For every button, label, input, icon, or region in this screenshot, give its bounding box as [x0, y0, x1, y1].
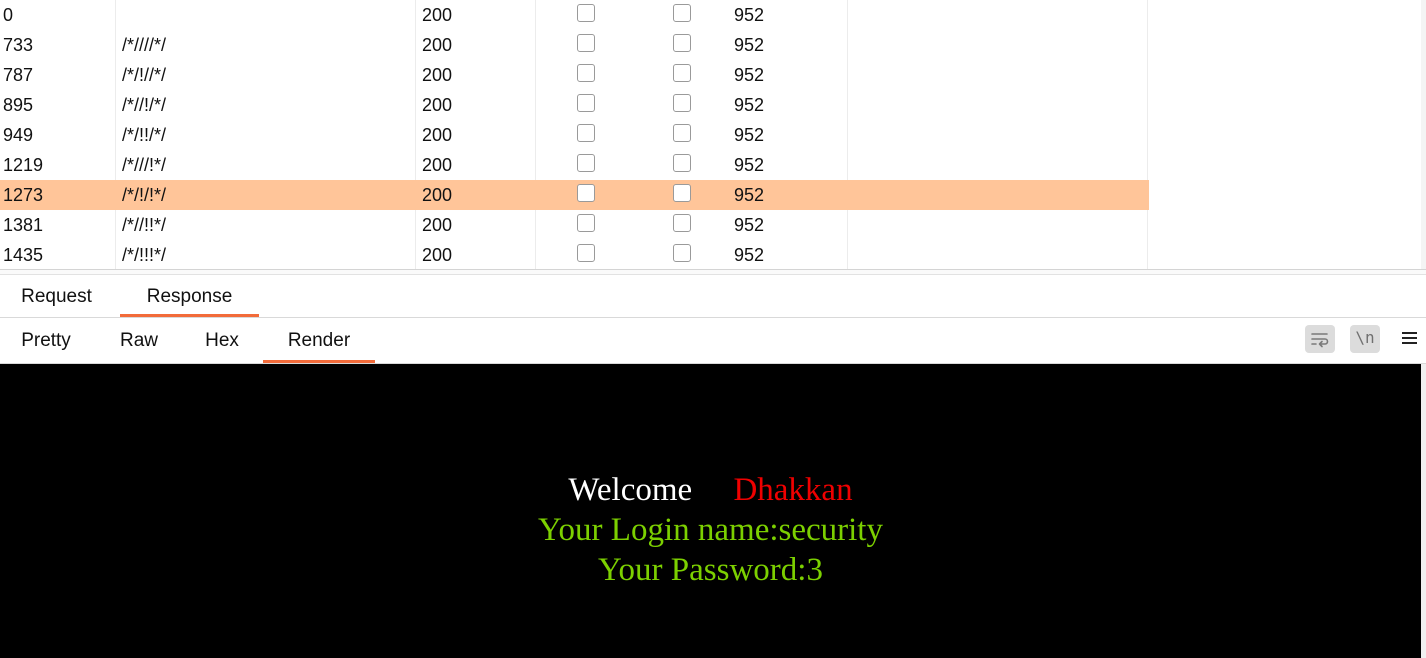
timeout-checkbox[interactable]	[673, 64, 691, 82]
table-row[interactable]: 1381 /*//!!*/ 200 952	[0, 210, 1149, 240]
status-code: 200	[422, 65, 453, 85]
table-row[interactable]: 895 /*//!/*/ 200 952	[0, 90, 1149, 120]
timeout-checkbox[interactable]	[673, 94, 691, 112]
error-checkbox[interactable]	[577, 4, 595, 22]
error-checkbox[interactable]	[577, 154, 595, 172]
tab-hex[interactable]: Hex	[186, 318, 258, 363]
timeout-checkbox[interactable]	[673, 244, 691, 262]
response-length: 952	[734, 215, 765, 235]
status-code: 200	[422, 95, 453, 115]
split-pane-divider[interactable]	[0, 269, 1426, 275]
wrap-lines-icon	[1311, 333, 1329, 348]
request-number: 1381	[3, 215, 44, 235]
welcome-text: Welcome	[568, 472, 693, 508]
username-text: Dhakkan	[733, 472, 853, 508]
login-name-text: Your Login name:security	[538, 512, 883, 548]
table-row[interactable]: 1219 /*///!*/ 200 952	[0, 150, 1149, 180]
results-table: 0 200 952 733 /*////*/ 200 952 787 /*/!//*/ 200 95…	[0, 0, 1426, 270]
error-checkbox[interactable]	[577, 124, 595, 142]
status-code: 200	[422, 245, 453, 265]
table-row[interactable]: 949 /*/!!/*/ 200 952	[0, 120, 1149, 150]
error-checkbox[interactable]	[577, 244, 595, 262]
request-number: 1219	[3, 155, 44, 175]
wrap-lines-button[interactable]	[1305, 325, 1335, 353]
tab-pretty[interactable]: Pretty	[0, 318, 92, 363]
response-length: 952	[734, 5, 765, 25]
payload-cell: /*//!/*/	[122, 95, 167, 115]
table-row[interactable]: 787 /*/!//*/ 200 952	[0, 60, 1149, 90]
request-number: 1435	[3, 245, 44, 265]
render-scrollbar[interactable]	[1421, 364, 1426, 658]
request-number: 1273	[3, 185, 44, 205]
status-code: 200	[422, 125, 453, 145]
tab-hex-label: Hex	[205, 330, 239, 351]
tab-response-label: Response	[146, 286, 233, 307]
request-number: 733	[3, 35, 34, 55]
payload-cell: /*/!!/*/	[122, 125, 167, 145]
tab-raw[interactable]: Raw	[100, 318, 178, 363]
table-scrollbar[interactable]	[1421, 0, 1426, 270]
response-length: 952	[734, 245, 765, 265]
payload-cell: /*///!*/	[122, 155, 167, 175]
payload-cell: /*/!!!*/	[122, 245, 167, 265]
tab-render[interactable]: Render	[263, 318, 375, 363]
status-code: 200	[422, 155, 453, 175]
timeout-checkbox[interactable]	[673, 4, 691, 22]
response-length: 952	[734, 35, 765, 55]
error-checkbox[interactable]	[577, 94, 595, 112]
status-code: 200	[422, 215, 453, 235]
tab-render-label: Render	[287, 330, 351, 351]
payload-cell: /*/!/!*/	[122, 185, 167, 205]
timeout-checkbox[interactable]	[673, 154, 691, 172]
tab-request[interactable]: Request	[3, 276, 110, 317]
request-number: 0	[3, 5, 14, 25]
tab-raw-label: Raw	[119, 330, 158, 351]
tab-response[interactable]: Response	[120, 276, 259, 317]
timeout-checkbox[interactable]	[673, 34, 691, 52]
table-row[interactable]: 1435 /*/!!!*/ 200 952	[0, 240, 1149, 270]
render-view: Welcome Dhakkan Your Login name:security…	[0, 364, 1421, 658]
request-number: 949	[3, 125, 34, 145]
tab-pretty-label: Pretty	[21, 330, 71, 351]
request-number: 895	[3, 95, 34, 115]
request-number: 787	[3, 65, 34, 85]
response-length: 952	[734, 125, 765, 145]
response-length: 952	[734, 95, 765, 115]
newline-icon: \n	[1355, 328, 1375, 347]
tab-request-label: Request	[21, 286, 92, 307]
status-code: 200	[422, 5, 453, 25]
table-row[interactable]: 733 /*////*/ 200 952	[0, 30, 1149, 60]
message-tabs: Request Response	[0, 276, 1426, 318]
error-checkbox[interactable]	[577, 64, 595, 82]
error-checkbox[interactable]	[577, 34, 595, 52]
table-row[interactable]: 0 200 952	[0, 0, 1149, 30]
timeout-checkbox[interactable]	[673, 214, 691, 232]
status-code: 200	[422, 35, 453, 55]
password-text: Your Password:3	[598, 552, 823, 588]
response-length: 952	[734, 155, 765, 175]
payload-cell: /*//!!*/	[122, 215, 167, 235]
welcome-line: Welcome Dhakkan	[0, 470, 1421, 510]
error-checkbox[interactable]	[577, 214, 595, 232]
response-length: 952	[734, 185, 765, 205]
show-newlines-button[interactable]: \n	[1350, 325, 1380, 353]
error-checkbox[interactable]	[577, 184, 595, 202]
response-length: 952	[734, 65, 765, 85]
view-mode-tabs: Pretty Raw Hex Render \n	[0, 318, 1426, 364]
status-code: 200	[422, 185, 453, 205]
payload-cell: /*////*/	[122, 35, 167, 55]
timeout-checkbox[interactable]	[673, 124, 691, 142]
hamburger-menu-icon[interactable]	[1400, 328, 1420, 348]
timeout-checkbox[interactable]	[673, 184, 691, 202]
table-row[interactable]: 1273 /*/!/!*/ 200 952	[0, 180, 1149, 210]
payload-cell: /*/!//*/	[122, 65, 167, 85]
